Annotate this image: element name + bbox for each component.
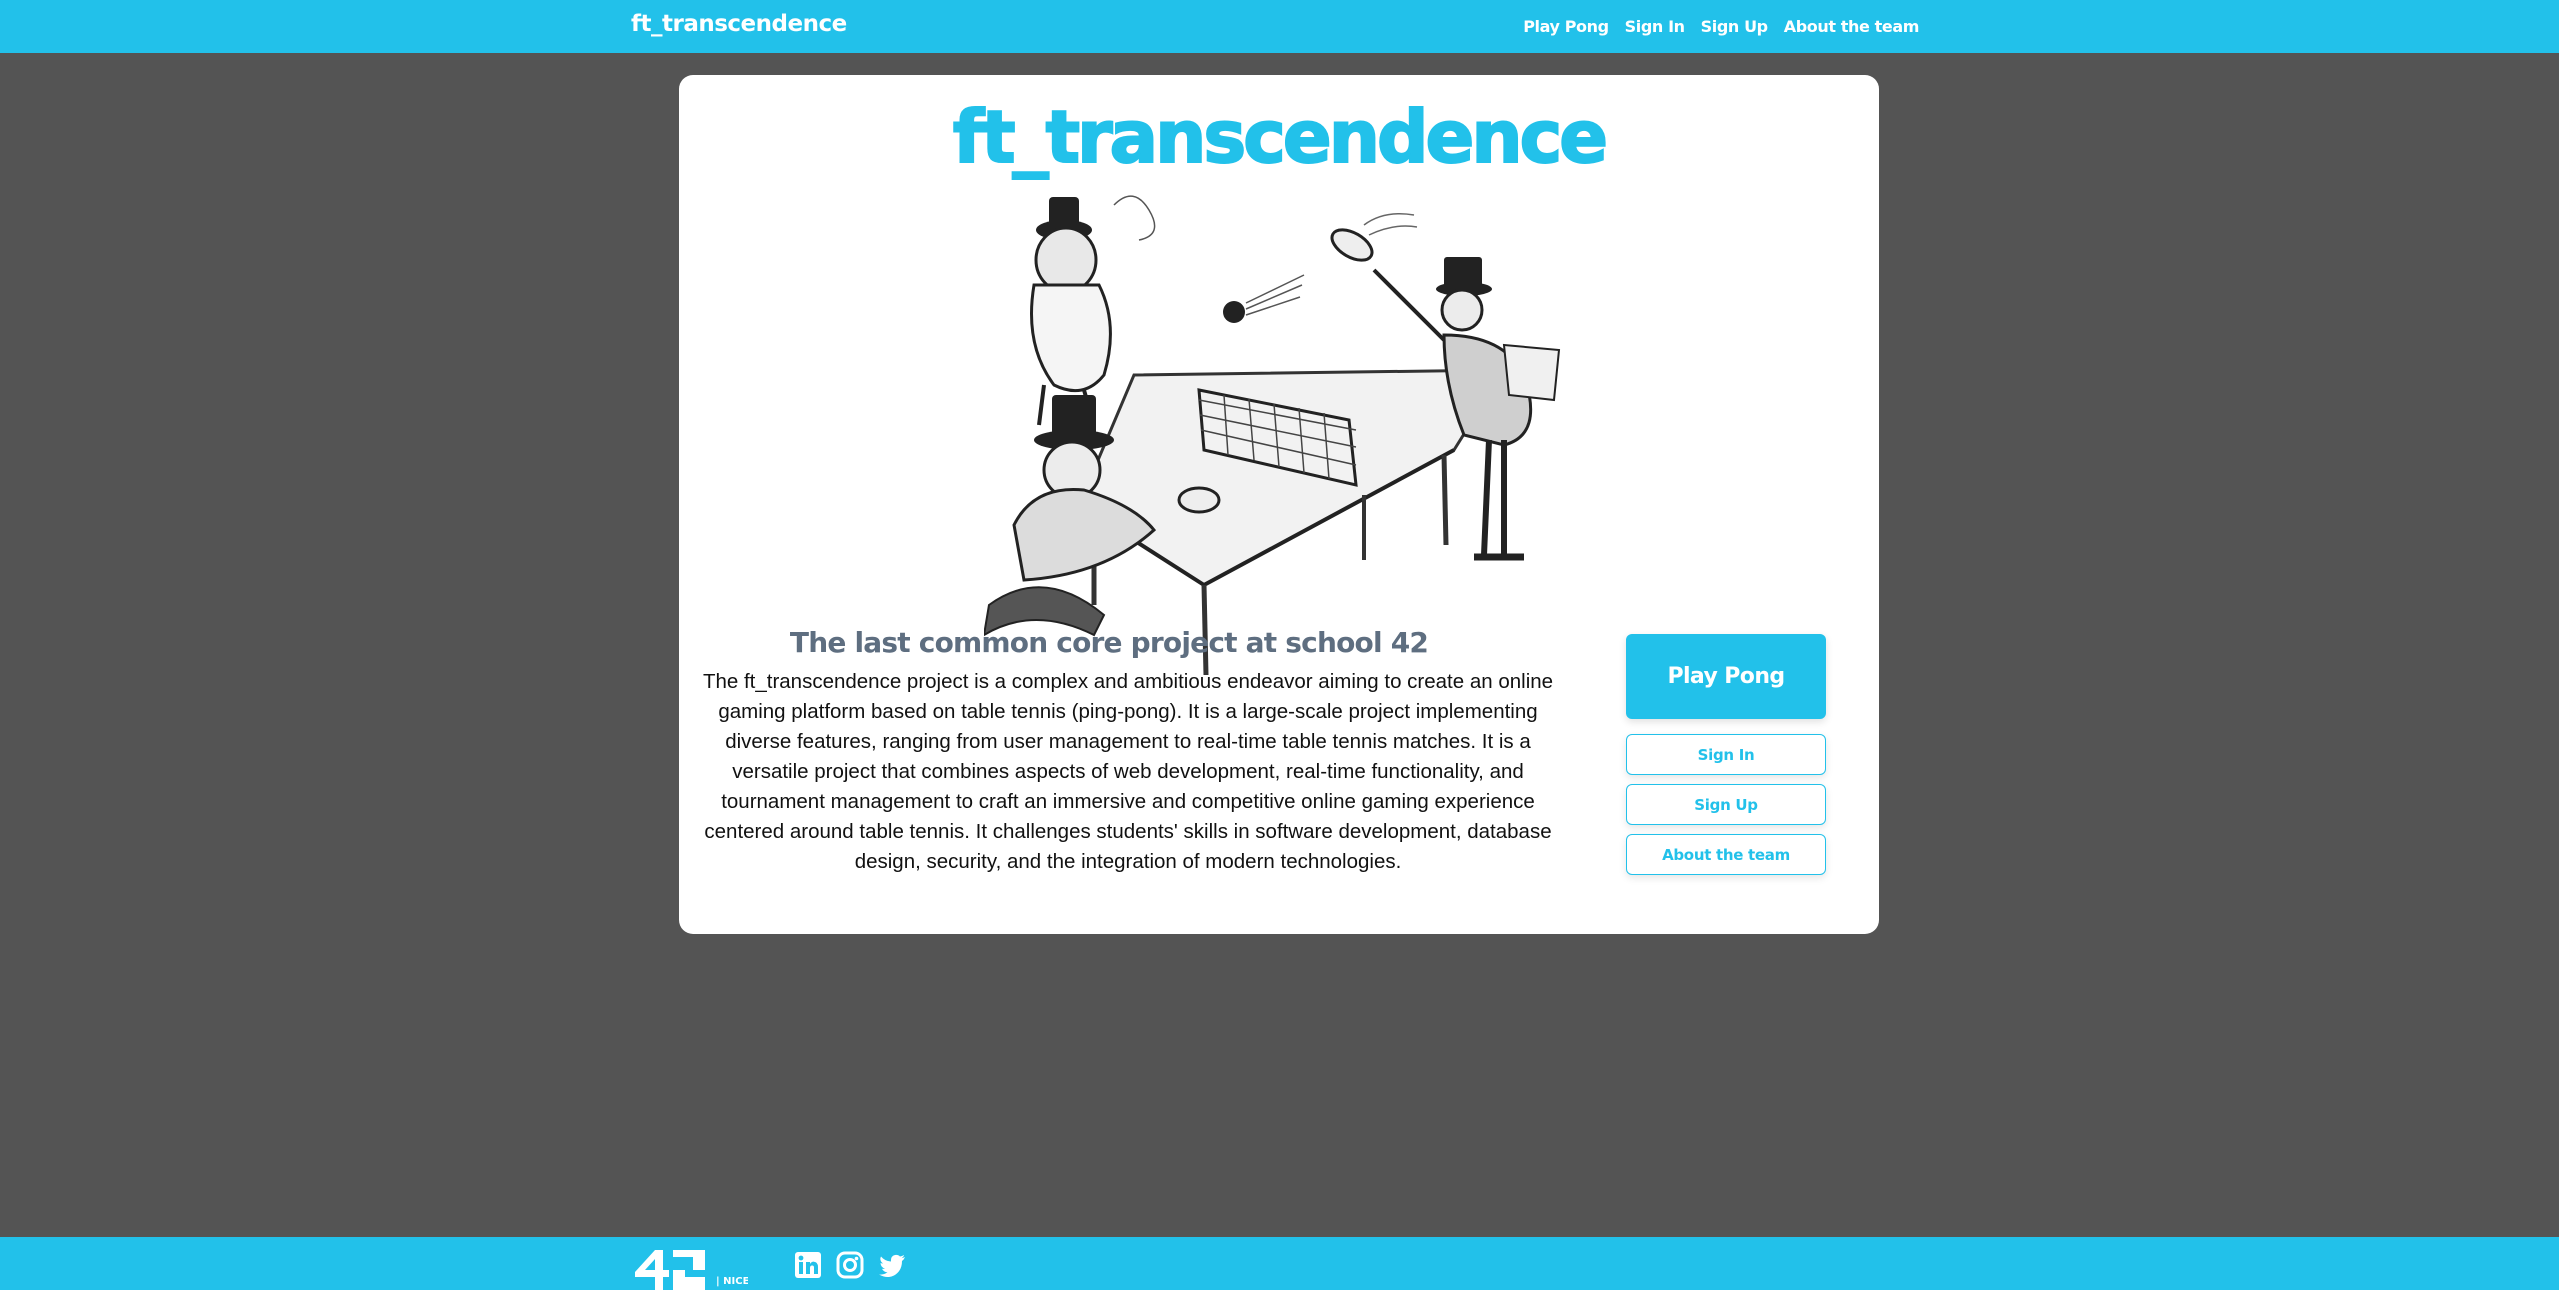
svg-text:| NICE: | NICE	[716, 1276, 748, 1287]
main-card: ft_transcendence The last common core pr…	[679, 75, 1879, 934]
footer: | NICE 42	[0, 1237, 2559, 1290]
twitter-icon[interactable]	[878, 1251, 909, 1279]
play-pong-button[interactable]: Play Pong	[1626, 634, 1826, 719]
about-team-button[interactable]: About the team	[1626, 834, 1826, 875]
nav-about-team[interactable]: About the team	[1784, 17, 1920, 36]
hero-title: ft_transcendence	[952, 94, 1609, 180]
school-42-logo[interactable]: | NICE	[633, 1242, 748, 1290]
navbar-brand[interactable]: ft_transcendence	[631, 11, 847, 37]
social-links	[794, 1251, 909, 1279]
nav-sign-in[interactable]: Sign In	[1625, 17, 1685, 36]
linkedin-icon[interactable]	[794, 1251, 825, 1279]
instagram-icon[interactable]	[836, 1251, 867, 1279]
nav-play-pong[interactable]: Play Pong	[1523, 17, 1609, 36]
subtitle: The last common core project at school 4…	[789, 626, 1429, 659]
project-description: The ft_transcendence project is a comple…	[702, 670, 1554, 873]
nav-sign-up[interactable]: Sign Up	[1701, 17, 1768, 36]
sign-in-button[interactable]: Sign In	[1626, 734, 1826, 775]
top-navbar: ft_transcendence Play Pong Sign In Sign …	[0, 0, 2559, 53]
action-buttons: Play Pong Sign In Sign Up About the team	[1626, 634, 1826, 875]
logo-text: 42	[0, 1237, 1, 1238]
navbar-links: Play Pong Sign In Sign Up About the team	[1523, 17, 1919, 36]
sign-up-button[interactable]: Sign Up	[1626, 784, 1826, 825]
ping-pong-illustration	[984, 195, 1561, 676]
